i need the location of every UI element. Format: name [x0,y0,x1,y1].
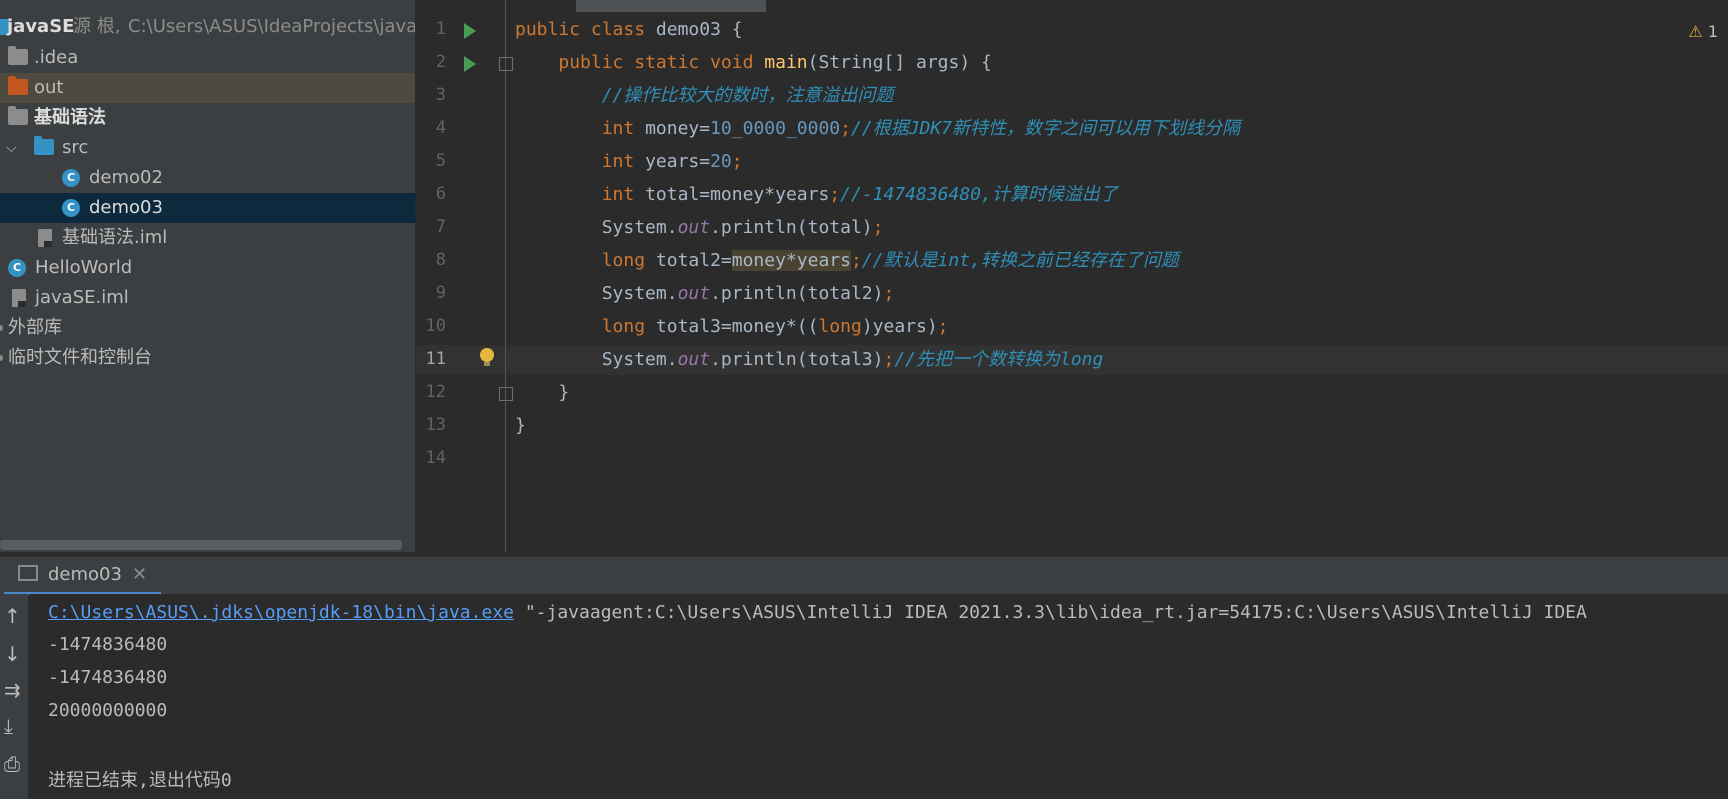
tree-item-demo02[interactable]: C demo02 [0,163,415,193]
active-editor-tab[interactable] [576,0,766,12]
tree-item-scratches[interactable]: 临时文件和控制台 [0,343,415,373]
command-line: C:\Users\ASUS\.jdks\openjdk-18\bin\java.… [48,602,1587,623]
output-line: 20000000000 [48,700,168,721]
code-line-6: int total=money*years;//-1474836480,计算时候… [601,184,1118,205]
run-tab-label: demo03 [48,564,122,585]
iml-file-icon [38,229,52,247]
scroll-to-end-icon[interactable]: ⤓ [4,714,13,738]
excluded-folder-icon [8,76,28,95]
tree-item-label: HelloWorld [35,257,133,278]
code-editor[interactable]: ⚠ 1 1 2 3 4 5 6 7 8 9 10 11 12 13 14 public class dem… [416,0,1728,552]
run-class-icon[interactable] [464,23,476,39]
command-args: "-javaagent:C:\Users\ASUS\IntelliJ IDEA … [514,602,1587,623]
line-number: 2 [435,52,446,72]
line-number: 10 [425,316,446,336]
tree-item-basic-syntax[interactable]: 基础语法 [0,103,415,133]
line-number: 1 [435,19,446,39]
tree-item-label: javaSE.iml [35,287,129,308]
tree-item-helloworld[interactable]: C HelloWorld [0,253,415,283]
horizontal-scrollbar[interactable] [0,540,402,550]
tree-item-label: 临时文件和控制台 [8,347,152,368]
project-panel: javaSE 源 根, C:\Users\ASUS\IdeaProjects\j… [0,0,415,552]
java-class-icon: C [8,259,26,277]
soft-wrap-icon[interactable]: ⇉ [4,678,21,702]
tree-item-demo03[interactable]: C demo03 [0,193,415,223]
line-number: 7 [435,217,446,237]
line-number: 8 [435,250,446,270]
output-line: -1474836480 [48,634,168,655]
close-icon[interactable]: ✕ [132,564,147,585]
module-icon [8,106,28,125]
source-folder-icon [34,136,54,155]
tree-root-javase[interactable]: javaSE 源 根, C:\Users\ASUS\IdeaProjects\j… [0,12,415,42]
tree-item-basic-syntax-iml[interactable]: 基础语法.iml [0,223,415,253]
code-line-11: System.out.println(total3);//先把一个数转换为lon… [515,349,1104,370]
line-number: 6 [435,184,446,204]
exit-message: 进程已结束,退出代码0 [48,770,232,791]
line-number: 12 [425,382,446,402]
fold-icon[interactable] [499,57,513,71]
tree-item-label: out [34,77,64,98]
code-line-1: public class demo03 { [515,19,743,40]
root-suffix: 源 根, [73,16,121,37]
code-line-4: int money=10_0000_0000;//根据JDK7新特性，数字之间可… [601,118,1241,139]
tree-item-idea[interactable]: .idea [0,43,415,73]
iml-file-icon [12,289,26,307]
code-line-5: int years=20; [601,151,743,172]
code-line-10: long total3=money*((long)years); [601,316,949,337]
run-tab-demo03[interactable]: demo03 ✕ [4,557,162,595]
tree-item-label: .idea [34,47,79,68]
line-number: 5 [435,151,446,171]
tree-item-src[interactable]: ⌵ src [0,133,415,163]
tree-item-label: 外部库 [8,317,62,338]
tree-item-label: 基础语法 [34,107,106,128]
run-main-icon[interactable] [464,56,476,72]
arrow-up-icon[interactable]: ↑ [4,604,21,628]
tree-item-label: 基础语法.iml [62,227,168,248]
tree-item-external-libraries[interactable]: 外部库 [0,313,415,343]
tree-item-label: demo02 [89,167,163,188]
code-line-8: long total2=money*years;//默认是int,转换之前已经存… [601,250,1179,271]
library-icon [0,325,3,331]
warning-count: 1 [1707,22,1718,41]
run-toolbar: ↑ ↓ ⇉ ⤓ ⎙ [0,594,28,799]
run-tool-window-header: demo03 ✕ [0,556,1728,595]
code-line-3: //操作比较大的数时，注意溢出问题 [601,85,894,106]
java-class-icon: C [62,169,80,187]
chevron-down-icon[interactable]: ⌵ [6,133,17,163]
fold-icon[interactable] [499,387,513,401]
java-class-icon: C [62,199,80,217]
line-number: 9 [435,283,446,303]
gutter-divider [505,0,506,552]
tree-item-javase-iml[interactable]: javaSE.iml [0,283,415,313]
tree-item-label: src [62,137,89,158]
warning-icon: ⚠ [1688,22,1703,41]
code-line-7: System.out.println(total); [515,217,884,238]
line-number: 4 [435,118,446,138]
java-exe-link[interactable]: C:\Users\ASUS\.jdks\openjdk-18\bin\java.… [48,602,514,623]
folder-icon [8,46,28,65]
code-line-12: } [515,382,570,403]
line-number: 14 [425,448,446,468]
line-number: 3 [435,85,446,105]
code-line-13: } [515,415,526,436]
lightbulb-icon[interactable] [480,348,494,366]
line-number: 11 [425,349,446,369]
code-line-2: public static void main(String[] args) { [558,52,992,73]
tree-item-out[interactable]: out [0,73,415,103]
root-name: javaSE [7,16,75,37]
arrow-down-icon[interactable]: ↓ [4,642,21,666]
root-path: C:\Users\ASUS\IdeaProjects\javaSE [128,16,415,37]
tree-item-label: demo03 [89,197,163,218]
scratches-icon [0,355,3,361]
warning-indicator[interactable]: ⚠ 1 [1688,22,1718,41]
console-output[interactable]: C:\Users\ASUS\.jdks\openjdk-18\bin\java.… [29,594,1728,799]
print-icon[interactable]: ⎙ [4,752,20,776]
console-icon [18,565,38,581]
code-line-9: System.out.println(total2); [515,283,895,304]
output-line: -1474836480 [48,667,168,688]
line-number: 13 [425,415,446,435]
